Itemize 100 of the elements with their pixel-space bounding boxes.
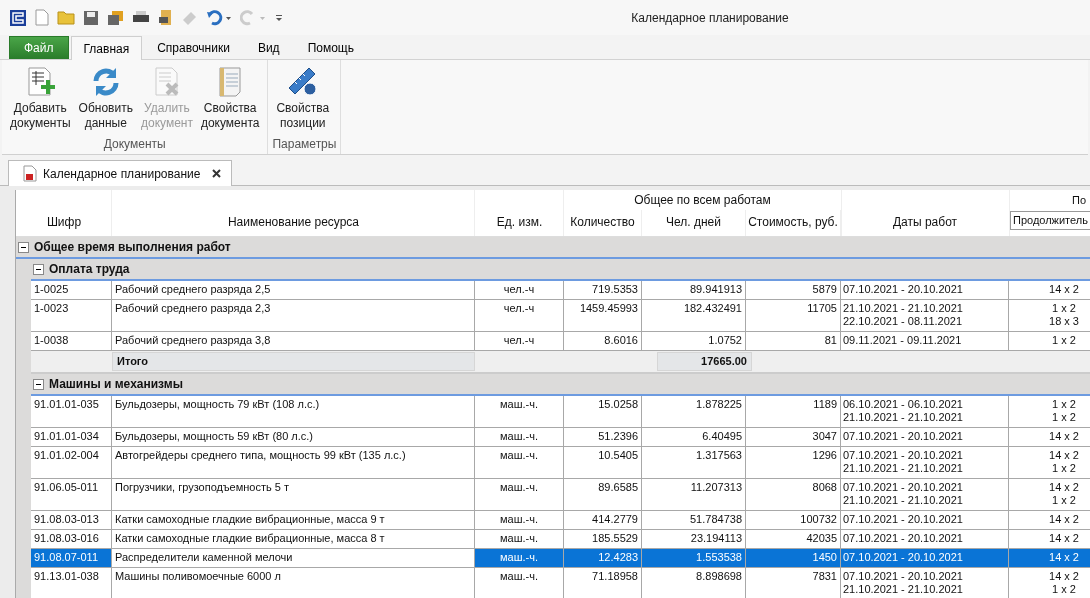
table-cell: 1.553538: [642, 549, 746, 567]
table-cell: 1-0025: [31, 281, 112, 299]
table-cell: Рабочий среднего разряда 2,5: [112, 281, 475, 299]
ribbon-button[interactable]: Свойства позиции: [272, 60, 334, 137]
table-cell: 6.40495: [642, 428, 746, 446]
table-cell: 15.0258: [564, 396, 642, 427]
save-icon[interactable]: [83, 9, 99, 26]
table-row[interactable]: 91.06.05-011 Погрузчики, грузоподъемность 5 т маш.-ч. 89.6585 11.207313 8068 07.10.2021 - 20.10.2021 21.10.2021 - 21.10.2021 14 x 2 1 x 2: [31, 479, 1090, 511]
column-header[interactable]: Чел. дней: [642, 210, 746, 236]
table-cell: Бульдозеры, мощность 79 кВт (108 л.с.): [112, 396, 475, 427]
table-cell: 91.01.01-034: [31, 428, 112, 446]
ribbon-tab[interactable]: Главная: [70, 36, 143, 60]
table-row[interactable]: 91.08.03-013 Катки самоходные гладкие вибрационные, масса 9 т маш.-ч. 414.2779 51.784738 100732 07.10.2021 - 20.10.2021 14 x 2: [31, 511, 1090, 530]
duration-value: 14 x 2: [1049, 449, 1079, 462]
duration-value: 1 x 2: [1052, 494, 1076, 507]
table-cell: маш.-ч.: [475, 428, 564, 446]
table-row[interactable]: 1-0023 Рабочий среднего разряда 2,3 чел.-ч 1459.45993 182.432491 11705 21.10.2021 - 21.10.2021 22.10.2021 - 08.11.2021 1 x 2 18 x 3: [31, 300, 1090, 332]
table-cell: 1450: [746, 549, 841, 567]
table-cell: 51.784738: [642, 511, 746, 529]
duration-value: 14 x 2: [1049, 430, 1079, 443]
ribbon-button[interactable]: Свойства документа: [196, 60, 264, 137]
table-cell: маш.-ч.: [475, 447, 564, 478]
table-cell: 91.08.03-013: [31, 511, 112, 529]
table-cell: 100732: [746, 511, 841, 529]
table-cell: 71.18958: [564, 568, 642, 598]
printer-icon[interactable]: [132, 10, 150, 25]
ribbon-button[interactable]: Обновить данные: [74, 60, 137, 137]
column-header[interactable]: Наименование ресурса: [112, 210, 475, 236]
file-tab[interactable]: Файл: [9, 36, 69, 59]
table-cell: 1296: [746, 447, 841, 478]
table-cell: 91.06.05-011: [31, 479, 112, 510]
duration-value: 1 x 2: [1052, 334, 1076, 347]
table-cell: маш.-ч.: [475, 530, 564, 548]
table-row[interactable]: 1-0025 Рабочий среднего разряда 2,5 чел.-ч 719.5353 89.941913 5879 07.10.2021 - 20.10.2021 14 x 2: [31, 281, 1090, 300]
column-header[interactable]: Ед. изм.: [475, 210, 564, 236]
duration-value: 1 x 2: [1052, 411, 1076, 424]
table-cell: 91.01.02-004: [31, 447, 112, 478]
undo-icon[interactable]: [206, 9, 232, 26]
table-cell: 42035: [746, 530, 841, 548]
duration-value: 14 x 2: [1049, 570, 1079, 583]
column-header[interactable]: Шифр: [16, 210, 112, 236]
group-title: Общее время выполнения работ: [34, 240, 231, 254]
ribbon-tab[interactable]: Помощь: [294, 36, 367, 59]
table-row[interactable]: 91.01.01-035 Бульдозеры, мощность 79 кВт (108 л.с.) маш.-ч. 15.0258 1.878225 1189 06.10.2021 - 06.10.2021 21.10.2021 - 21.10.2021 1 x 2 1 x 2: [31, 396, 1090, 428]
collapse-icon[interactable]: [33, 378, 44, 390]
table-cell: 1.317563: [642, 447, 746, 478]
table-cell: 1-0023: [31, 300, 112, 331]
table-row[interactable]: 91.01.02-004 Автогрейдеры среднего типа, мощность 99 кВт (135 л.с.) маш.-ч. 10.5405 1.317563 1296 07.10.2021 - 20.10.2021 21.10.2021 - 21.10.2021 14 x 2 1 x 2: [31, 447, 1090, 479]
duration-value: 1 x 2: [1052, 462, 1076, 475]
date-range: 07.10.2021 - 20.10.2021: [843, 513, 964, 526]
date-range: 07.10.2021 - 20.10.2021: [843, 551, 964, 564]
duration-value: 14 x 2: [1049, 513, 1079, 526]
table-row[interactable]: 91.08.07-011 Распределители каменной мелочи маш.-ч. 12.4283 1.553538 1450 07.10.2021 - 20.10.2021 14 x 2: [31, 549, 1090, 568]
date-range: 21.10.2021 - 21.10.2021: [843, 494, 964, 507]
document-tab-title[interactable]: Календарное планирование: [43, 166, 201, 181]
date-range: 07.10.2021 - 20.10.2021: [843, 449, 964, 462]
table-cell: 1.878225: [642, 396, 746, 427]
date-range: 07.10.2021 - 20.10.2021: [843, 481, 964, 494]
table-cell: Рабочий среднего разряда 2,3: [112, 300, 475, 331]
ribbon-tab[interactable]: Вид: [244, 36, 293, 59]
table-row[interactable]: 1-0038 Рабочий среднего разряда 3,8 чел.-ч 8.6016 1.0752 81 09.11.2021 - 09.11.2021 1 x 2: [31, 332, 1090, 351]
app-logo-icon[interactable]: [9, 8, 27, 27]
column-header[interactable]: Количество: [564, 210, 642, 236]
column-header[interactable]: Стоимость, руб.: [746, 210, 841, 236]
total-label: Итого: [112, 352, 475, 371]
table-cell: маш.-ч.: [475, 396, 564, 427]
table-row[interactable]: 91.08.03-016 Катки самоходные гладкие вибрационные, масса 8 т маш.-ч. 185.5529 23.194113 42035 07.10.2021 - 20.10.2021 14 x 2: [31, 530, 1090, 549]
document-icon: [23, 165, 37, 182]
duration-value: 1 x 2: [1052, 398, 1076, 411]
duration-value: 18 x 3: [1049, 315, 1079, 328]
date-range: 21.10.2021 - 21.10.2021: [843, 411, 964, 424]
table-cell: 91.01.01-035: [31, 396, 112, 427]
table-row[interactable]: 91.01.01-034 Бульдозеры, мощность 59 кВт (80 л.с.) маш.-ч. 51.2396 6.40495 3047 07.10.2021 - 20.10.2021 14 x 2: [31, 428, 1090, 447]
date-range: 06.10.2021 - 06.10.2021: [843, 398, 964, 411]
document-tab[interactable]: Календарное планирование: [8, 160, 233, 186]
table-cell: 12.4283: [564, 549, 642, 567]
collapse-icon[interactable]: [33, 263, 44, 275]
date-range: 21.10.2021 - 21.10.2021: [843, 462, 964, 475]
column-header[interactable]: Даты работ: [841, 210, 1009, 236]
table-cell: 8.898698: [642, 568, 746, 598]
customize-toolbar-icon[interactable]: [274, 12, 284, 23]
table-cell: маш.-ч.: [475, 511, 564, 529]
ribbon-tab[interactable]: Справочники: [144, 36, 243, 59]
table-cell: 91.08.03-016: [31, 530, 112, 548]
date-range: 07.10.2021 - 20.10.2021: [843, 570, 964, 583]
close-icon[interactable]: [212, 169, 222, 178]
date-range: 07.10.2021 - 20.10.2021: [843, 430, 964, 443]
table-cell: 51.2396: [564, 428, 642, 446]
table-cell: 1189: [746, 396, 841, 427]
table-cell: 1-0038: [31, 332, 112, 350]
group-title: Машины и механизмы: [49, 377, 183, 391]
date-range: 21.10.2021 - 21.10.2021: [843, 302, 964, 315]
column-header-field[interactable]: Продолжитель: [1010, 211, 1090, 230]
duration-value: 14 x 2: [1049, 481, 1079, 494]
collapse-icon[interactable]: [18, 241, 29, 253]
window-title: Календарное планирование: [630, 10, 790, 25]
date-range: 09.11.2021 - 09.11.2021: [843, 334, 963, 347]
ribbon-button[interactable]: Добавить документы: [6, 60, 75, 137]
table-cell: Погрузчики, грузоподъемность 5 т: [112, 479, 475, 510]
duration-value: 1 x 2: [1052, 302, 1076, 315]
